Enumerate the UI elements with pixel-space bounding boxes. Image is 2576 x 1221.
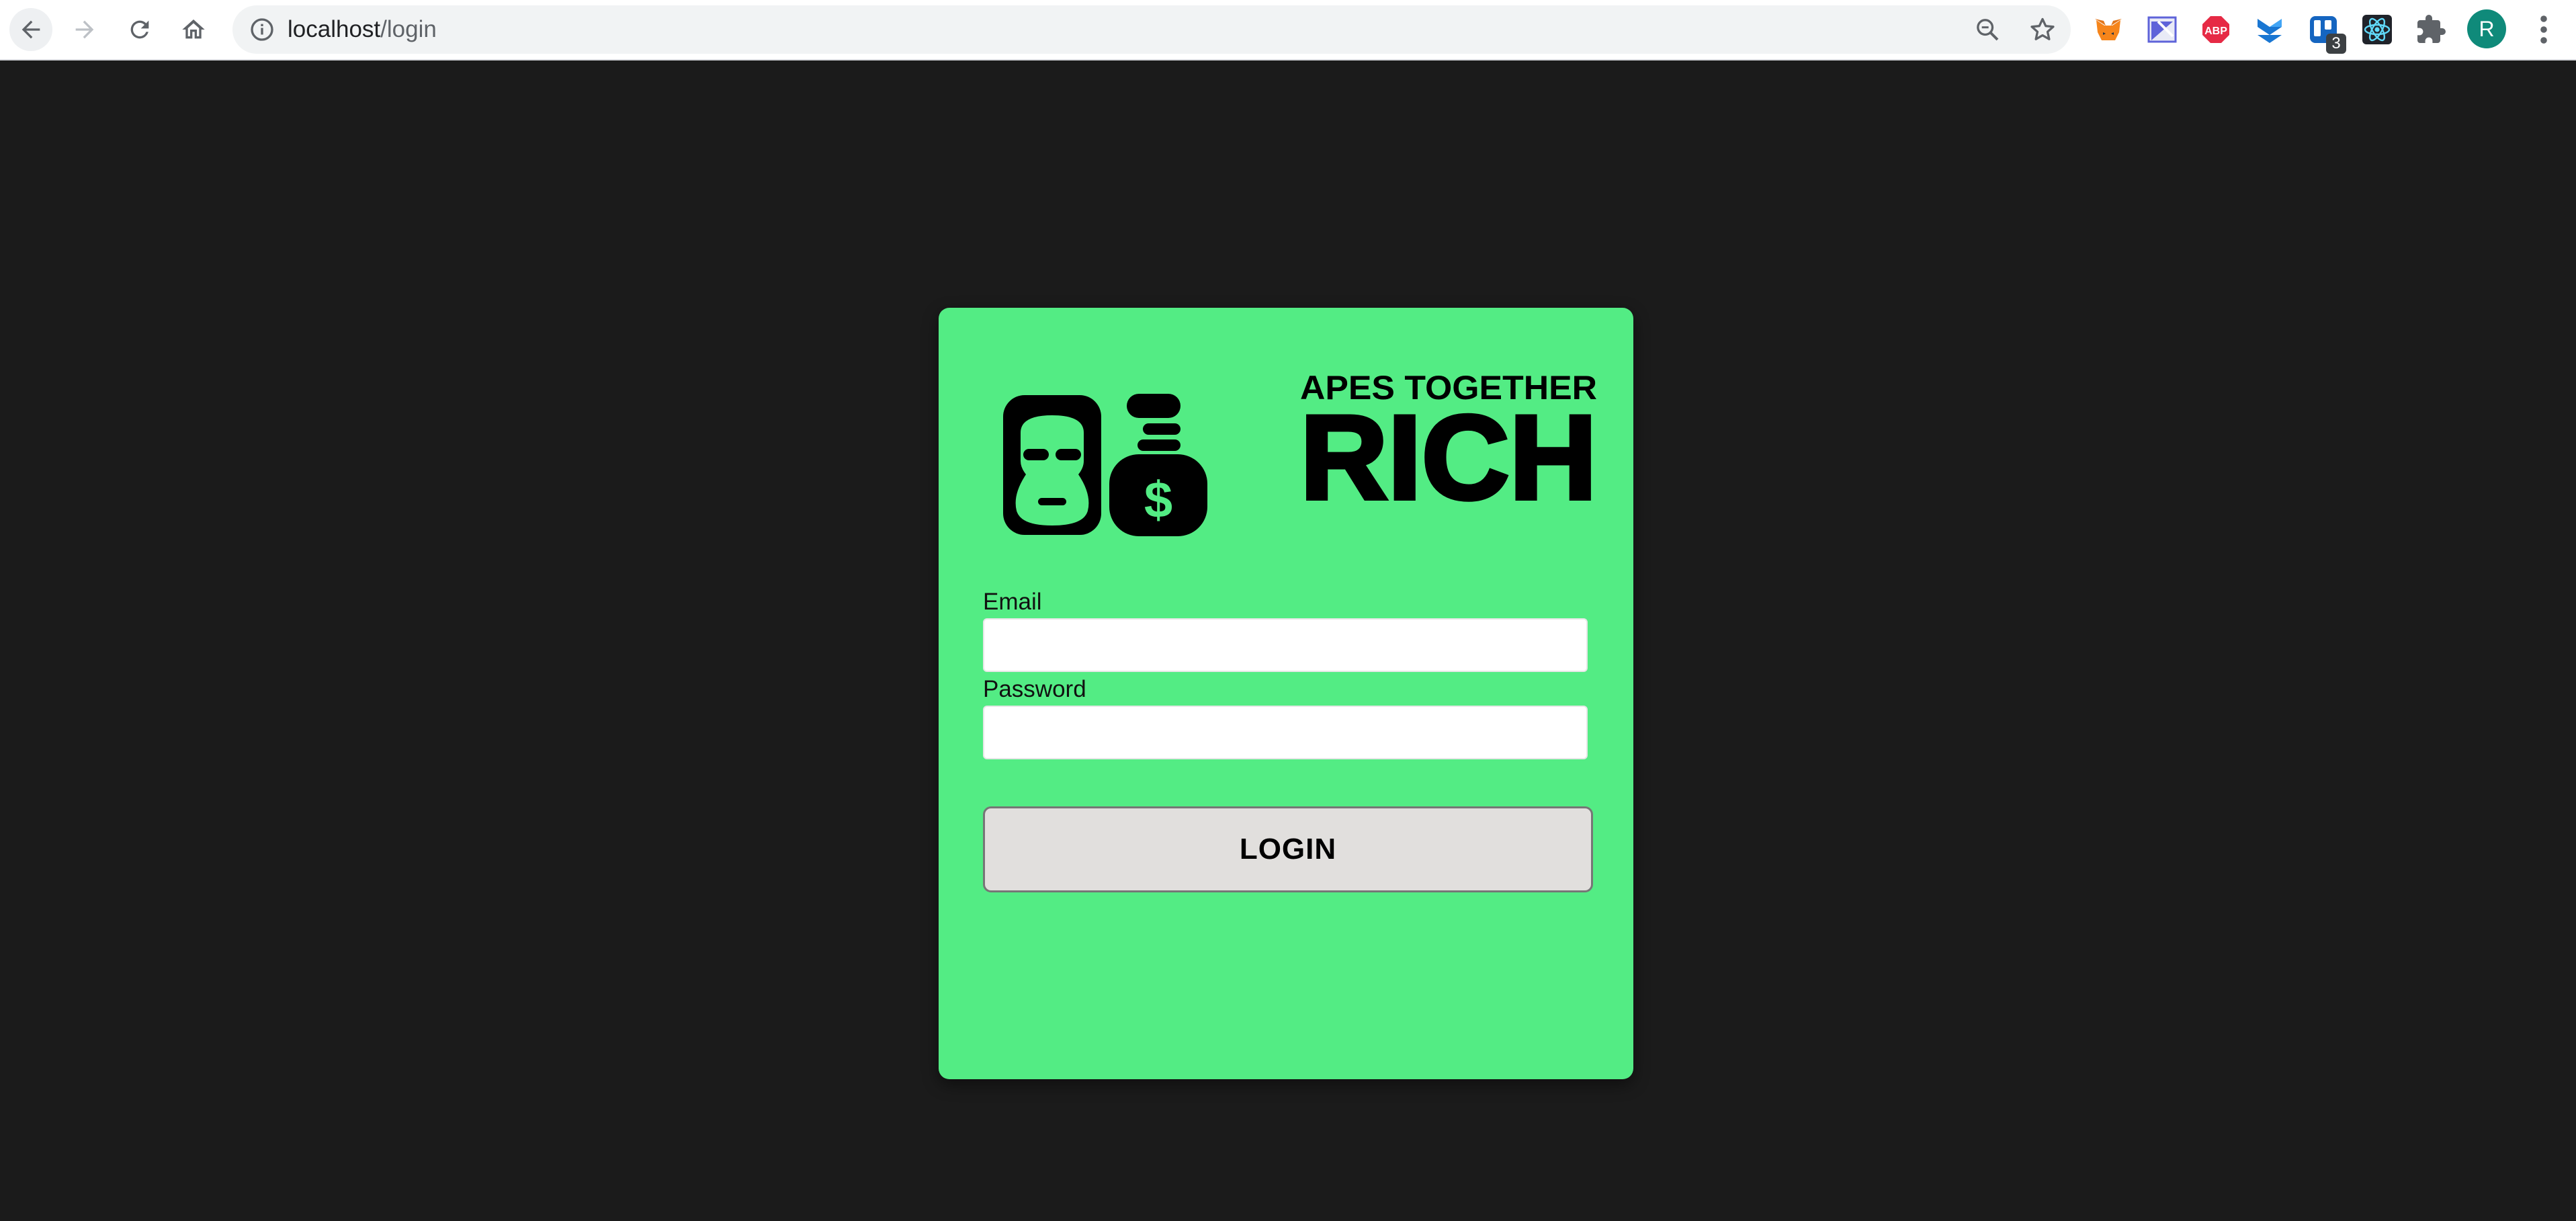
reload-icon [130,20,149,39]
home-button[interactable] [172,8,215,51]
brand-name: RICH [1300,390,1597,524]
money-symbol: $ [1144,472,1172,529]
metamask-icon[interactable] [2091,12,2126,47]
react-devtools-icon[interactable] [2360,12,2395,47]
browser-toolbar: localhost/login ABP 3 R [0,0,2576,60]
home-icon [182,19,205,39]
email-label: Email [983,589,1042,615]
profile-avatar[interactable]: R [2467,9,2506,48]
svg-text:ABP: ABP [2204,26,2227,37]
login-card: $ APES TOGETHER RICH Email Password LOGI… [939,308,1633,1079]
password-field[interactable] [983,706,1588,759]
email-field[interactable] [983,618,1588,672]
back-arrow-icon [22,20,40,39]
forward-button[interactable] [63,8,106,51]
extension-badge: 3 [2326,34,2346,54]
forward-arrow-icon [75,20,94,39]
reload-button[interactable] [118,8,161,51]
more-menu-icon[interactable] [2528,11,2560,48]
address-bar[interactable]: localhost/login [232,5,2071,54]
brand-wordmark: APES TOGETHER RICH [1298,367,1599,542]
bookmark-star-icon[interactable] [2028,15,2057,44]
password-label: Password [983,676,1086,702]
back-button[interactable] [9,8,52,51]
extensions-puzzle-icon[interactable] [2413,12,2448,47]
site-info-icon[interactable] [249,16,275,43]
stackblitz-icon[interactable] [2252,12,2287,47]
url-path: /login [380,16,437,42]
ape-and-money-bag-icon: $ [1003,394,1207,536]
adblock-plus-icon[interactable]: ABP [2198,12,2233,47]
url-text[interactable]: localhost/login [288,5,437,54]
login-button[interactable]: LOGIN [983,806,1593,892]
zoom-icon[interactable] [1974,16,2001,43]
wappalyzer-icon[interactable] [2145,12,2180,47]
trello-icon[interactable]: 3 [2306,12,2346,54]
brand-logo: $ APES TOGETHER RICH [1003,367,1599,542]
brand-wordmark-text: APES TOGETHER RICH [1298,369,1599,526]
url-host: localhost [288,16,381,42]
